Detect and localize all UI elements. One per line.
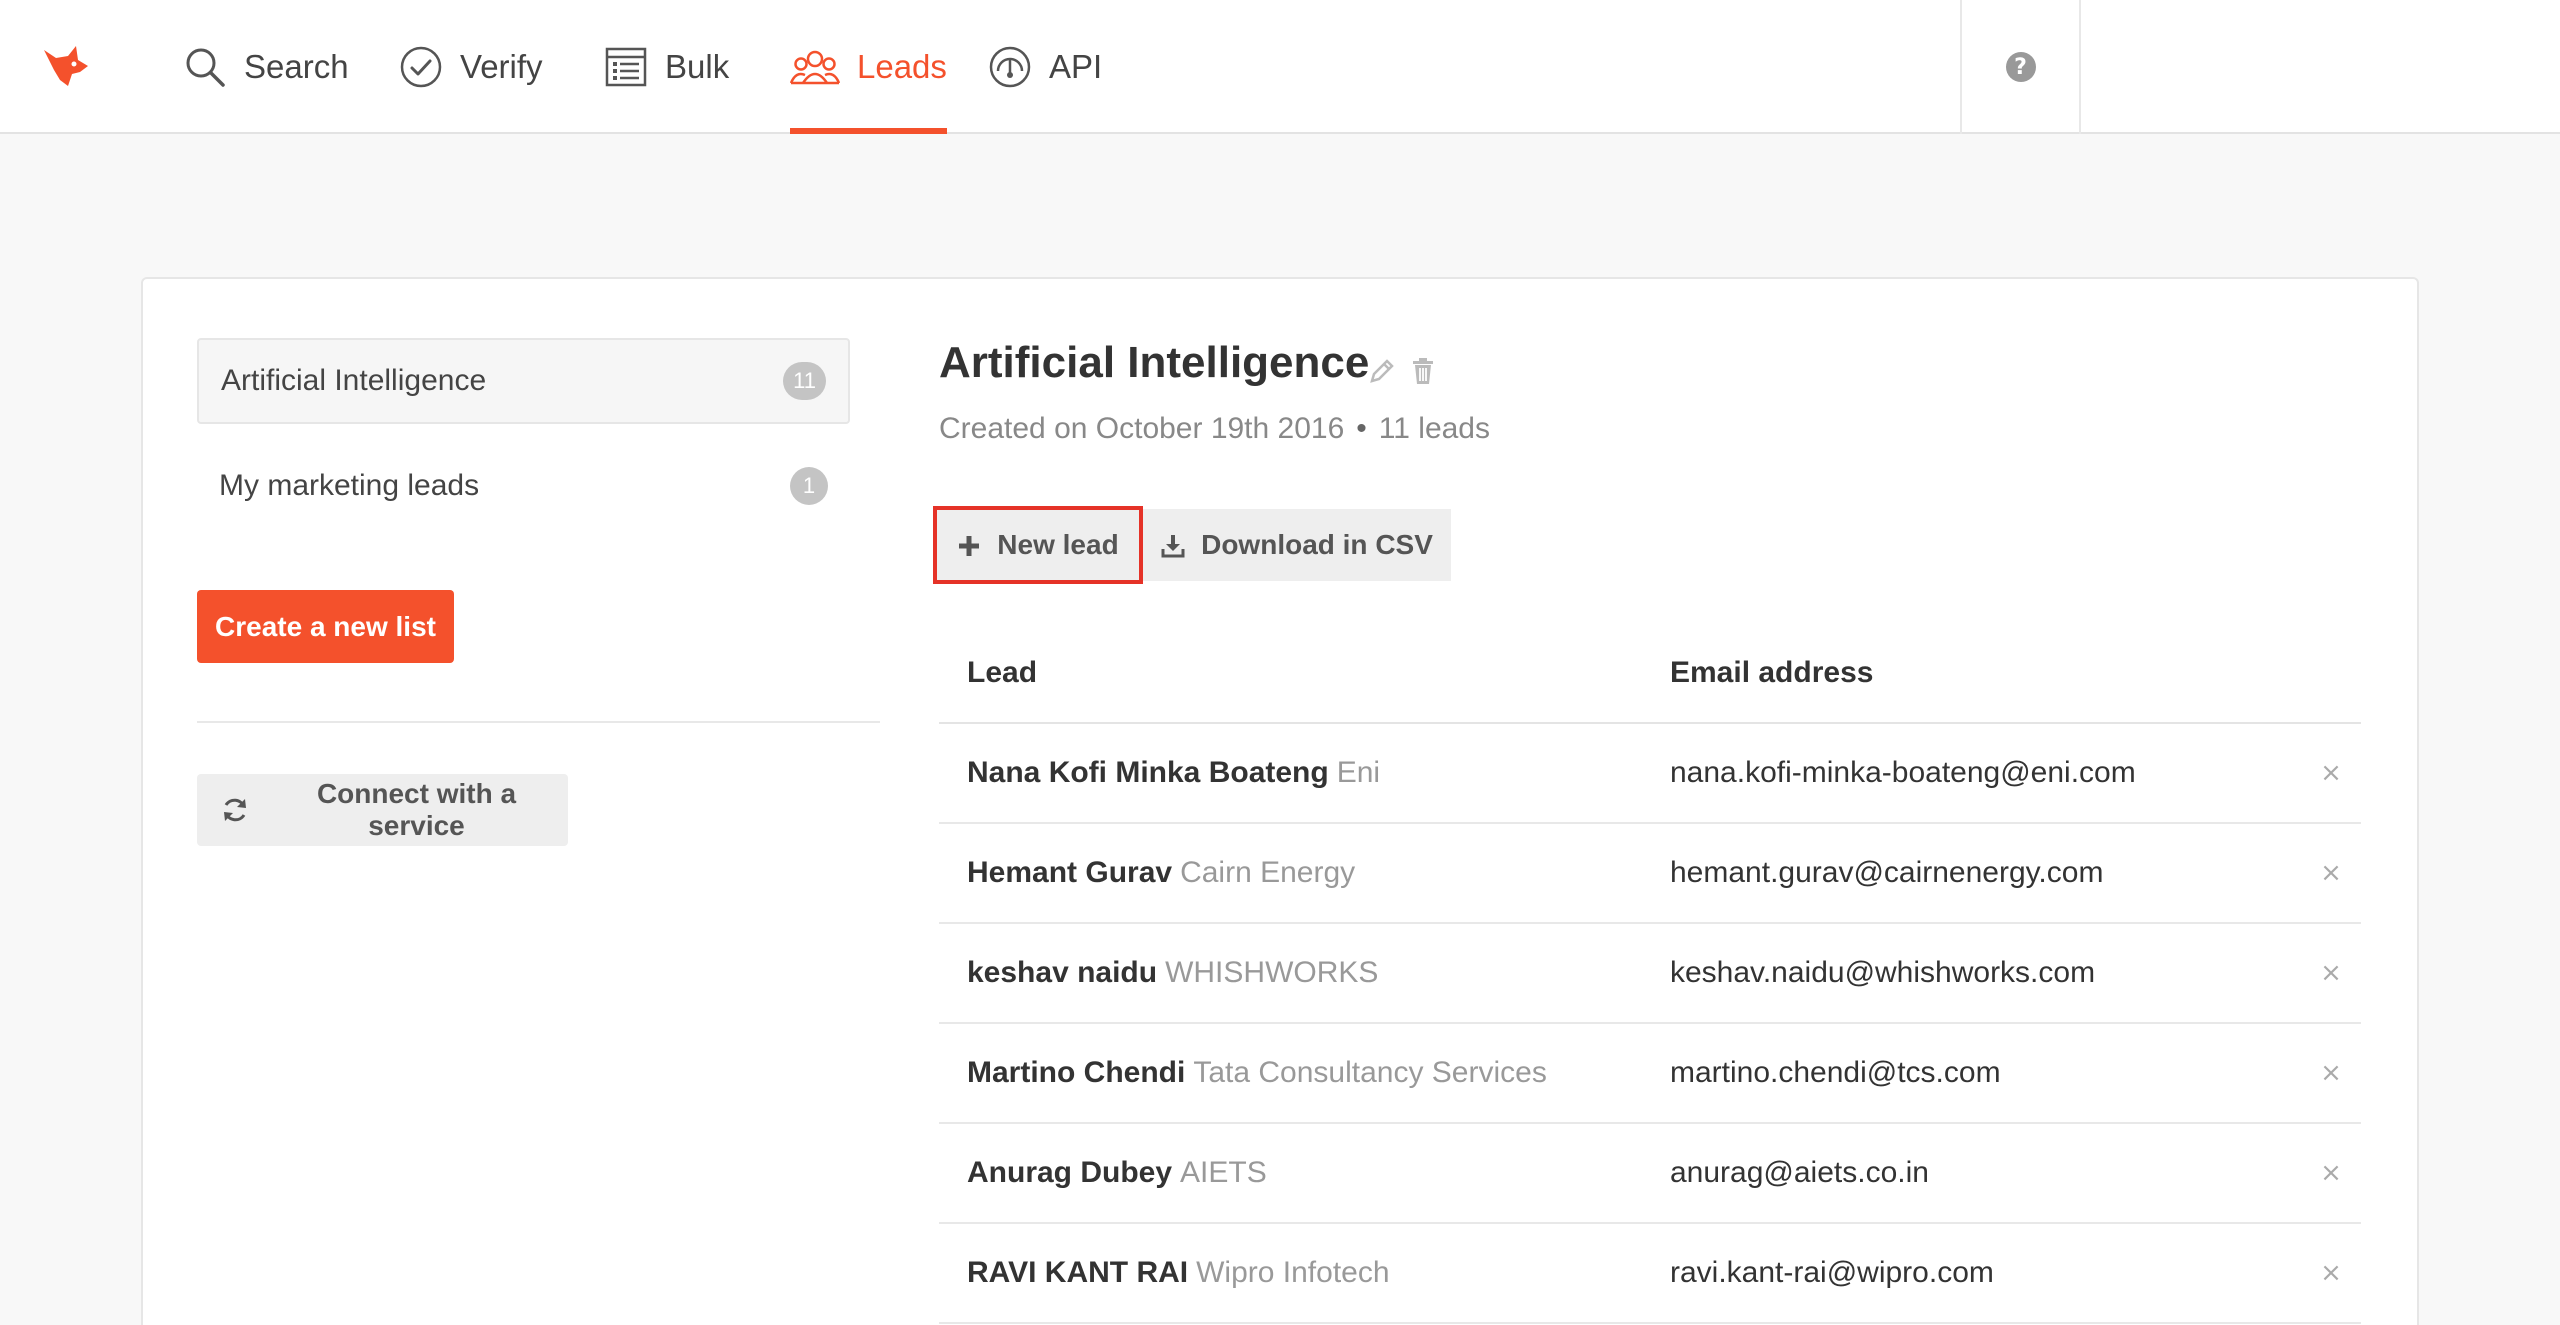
action-bar: New lead Download in CSV	[933, 506, 1451, 584]
table-row[interactable]: Anurag Dubey AIETS anurag@aiets.co.in ×	[939, 1124, 2361, 1224]
lead-email: nana.kofi-minka-boateng@eni.com	[1670, 756, 2136, 789]
new-lead-button[interactable]: New lead	[933, 506, 1143, 584]
download-csv-button[interactable]: Download in CSV	[1143, 509, 1451, 581]
sidebar-list-artificial-intelligence[interactable]: Artificial Intelligence 11	[197, 338, 850, 424]
pencil-icon[interactable]	[1367, 356, 1395, 386]
nav-api-label: API	[1049, 48, 1103, 85]
nav-search[interactable]: Search	[183, 0, 349, 134]
sidebar-list-my-marketing-leads[interactable]: My marketing leads 1	[197, 443, 850, 529]
leads-table: Lead Email address Nana Kofi Minka Boate…	[939, 624, 2361, 1324]
list-count-badge: 1	[790, 467, 828, 505]
lead-company: Wipro Infotech	[1196, 1256, 1390, 1289]
remove-lead-icon[interactable]: ×	[2301, 758, 2361, 788]
nav-bulk[interactable]: Bulk	[604, 0, 729, 134]
table-header: Lead Email address	[939, 624, 2361, 724]
lead-name[interactable]: Hemant Gurav	[967, 856, 1172, 889]
lead-company: AIETS	[1180, 1156, 1267, 1189]
remove-lead-icon[interactable]: ×	[2301, 1158, 2361, 1188]
lead-name[interactable]: RAVI KANT RAI	[967, 1256, 1188, 1289]
lead-email: martino.chendi@tcs.com	[1670, 1056, 2001, 1089]
question-icon: ?	[2005, 52, 2036, 82]
remove-lead-icon[interactable]: ×	[2301, 1058, 2361, 1088]
lead-name[interactable]: Anurag Dubey	[967, 1156, 1172, 1189]
trash-icon[interactable]	[1409, 356, 1437, 386]
download-icon	[1161, 533, 1185, 558]
lead-count: 11 leads	[1378, 412, 1490, 445]
fox-logo-icon[interactable]	[38, 40, 94, 96]
table-row[interactable]: Martino Chendi Tata Consultancy Services …	[939, 1024, 2361, 1124]
plus-icon	[957, 533, 981, 557]
table-row[interactable]: Nana Kofi Minka Boateng Eni nana.kofi-min…	[939, 724, 2361, 824]
nav-api[interactable]: API	[988, 0, 1102, 134]
remove-lead-icon[interactable]: ×	[2301, 1258, 2361, 1288]
nav-search-label: Search	[244, 48, 349, 85]
lead-email: anurag@aiets.co.in	[1670, 1156, 1929, 1189]
nav-verify-label: Verify	[460, 48, 543, 85]
lead-company: Eni	[1336, 756, 1381, 789]
remove-lead-icon[interactable]: ×	[2301, 958, 2361, 988]
gauge-icon	[988, 45, 1032, 89]
created-date: Created on October 19th 2016	[939, 412, 1345, 445]
users-icon	[789, 45, 841, 89]
lead-email: hemant.gurav@cairnenergy.com	[1670, 856, 2104, 889]
lead-company: Tata Consultancy Services	[1193, 1056, 1547, 1089]
lead-name[interactable]: keshav naidu	[967, 956, 1157, 989]
title-actions	[1367, 356, 1437, 386]
nav-verify[interactable]: Verify	[399, 0, 543, 134]
connect-service-label: Connect with a service	[316, 778, 517, 841]
remove-lead-icon[interactable]: ×	[2301, 858, 2361, 888]
table-row[interactable]: RAVI KANT RAI Wipro Infotech ravi.kant-ra…	[939, 1224, 2361, 1324]
header-lead: Lead	[967, 656, 1038, 689]
refresh-icon	[221, 796, 249, 824]
download-csv-label: Download in CSV	[1201, 529, 1433, 560]
nav-bulk-label: Bulk	[665, 48, 730, 85]
meta-separator: •	[1356, 412, 1367, 445]
lead-company: WHISHWORKS	[1165, 956, 1379, 989]
lead-company: Cairn Energy	[1180, 856, 1356, 889]
search-icon	[183, 45, 227, 89]
list-count-badge: 11	[783, 362, 826, 400]
list-name: My marketing leads	[219, 469, 480, 502]
new-lead-label: New lead	[997, 529, 1119, 560]
lead-email: ravi.kant-rai@wipro.com	[1670, 1256, 1994, 1289]
table-row[interactable]: keshav naidu WHISHWORKS keshav.naidu@whis…	[939, 924, 2361, 1024]
table-row[interactable]: Hemant Gurav Cairn Energy hemant.gurav@ca…	[939, 824, 2361, 924]
check-circle-icon	[399, 45, 443, 89]
header-email: Email address	[1670, 656, 1874, 689]
nav-leads[interactable]: Leads	[789, 0, 947, 134]
list-meta: Created on October 19th 2016 • 11 leads	[939, 412, 1490, 446]
list-title: Artificial Intelligence	[939, 338, 1370, 387]
nav-leads-label: Leads	[857, 48, 947, 85]
help-button[interactable]: ?	[1960, 0, 2081, 134]
list-name: Artificial Intelligence	[221, 364, 487, 397]
lead-name[interactable]: Martino Chendi	[967, 1056, 1185, 1089]
create-list-button[interactable]: Create a new list	[197, 590, 454, 663]
lead-email: keshav.naidu@whishworks.com	[1670, 956, 2096, 989]
top-navbar: Search Verify Bulk Leads API ?	[0, 0, 2560, 134]
lead-name[interactable]: Nana Kofi Minka Boateng	[967, 756, 1329, 789]
connect-service-button[interactable]: Connect with a service	[197, 774, 568, 846]
list-icon	[604, 45, 648, 89]
sidebar-divider	[197, 721, 880, 723]
